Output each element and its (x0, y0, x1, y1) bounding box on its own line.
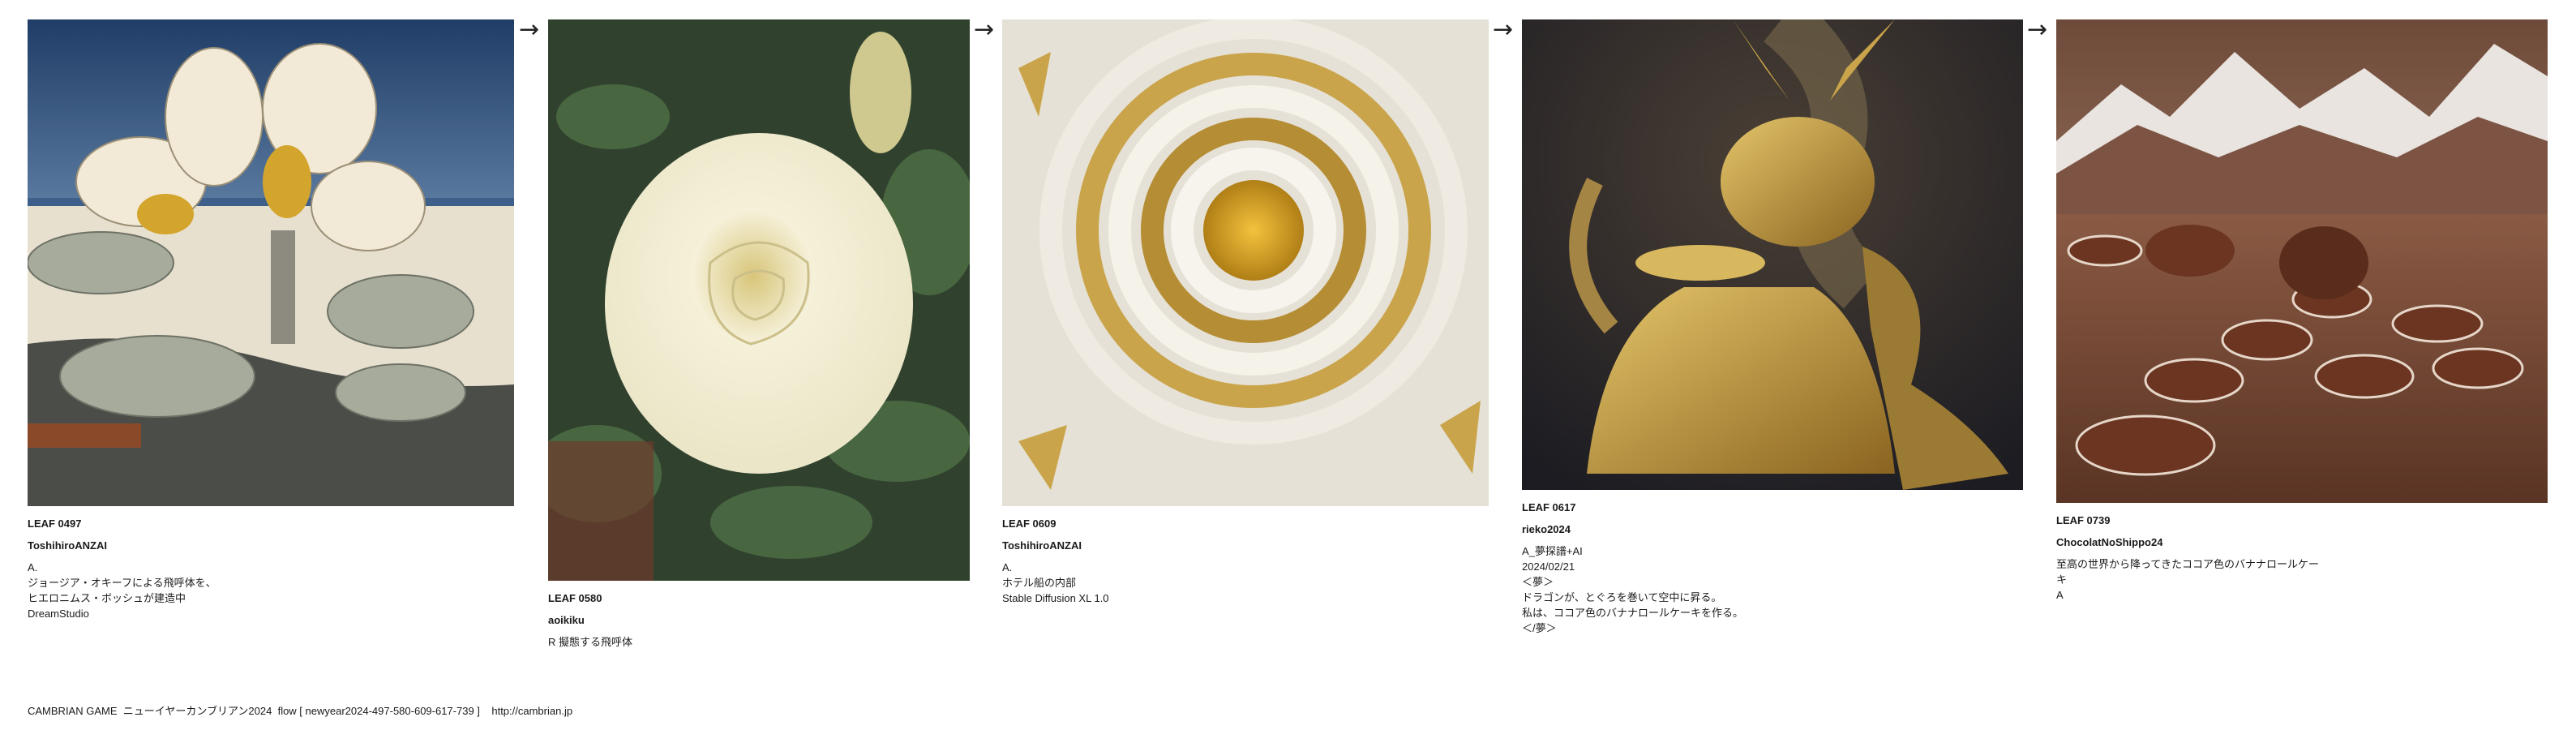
artwork-image-0739[interactable] (2056, 19, 2548, 503)
author-name[interactable]: rieko2024 (1522, 522, 2023, 537)
leaf-card-0580: LEAF 0580 aoikiku R 擬態する飛呼体 (548, 19, 970, 650)
description-line: ヒエロニムス・ボッシュが建造中 (28, 592, 186, 604)
author-name[interactable]: ToshihiroANZAI (1002, 538, 1489, 553)
artwork-image-0497[interactable] (28, 19, 514, 506)
leaf-card-0609: LEAF 0609 ToshihiroANZAI A. ホテル船の内部 Stab… (1002, 19, 1489, 606)
leaf-card-0739: LEAF 0739 ChocolatNoShippo24 至高の世界から降ってき… (2056, 19, 2548, 603)
description: A. ホテル船の内部 Stable Diffusion XL 1.0 (1002, 560, 1489, 606)
author-name[interactable]: aoikiku (548, 612, 970, 628)
description-line: ＜/夢＞ (1522, 622, 1557, 634)
description-line: Stable Diffusion XL 1.0 (1002, 592, 1109, 604)
description-line: A. (1002, 561, 1013, 573)
description-line: DreamStudio (28, 608, 89, 620)
site-footer: CAMBRIAN GAME ニューイヤーカンブリアン2024 flow [ ne… (28, 705, 573, 717)
description-line: 私は、ココア色のバナナロールケーキを作る。 (1522, 607, 1744, 619)
leaf-id: LEAF 0617 (1522, 501, 1576, 513)
description-line: キ (2056, 573, 2068, 586)
description-line: ホテル船の内部 (1002, 577, 1077, 589)
description-line: A_夢探譜+AI (1522, 545, 1583, 557)
description: 至高の世界から降ってきたココア色のバナナロールケー キ A (2056, 556, 2548, 603)
arrow-right-icon: → (2027, 15, 2048, 44)
author-name[interactable]: ChocolatNoShippo24 (2056, 535, 2548, 550)
description: A. ジョージア・オキーフによる飛呼体を、 ヒエロニムス・ボッシュが建造中 Dr… (28, 560, 514, 621)
leaf-card-0617: LEAF 0617 rieko2024 A_夢探譜+AI 2024/02/21 … (1522, 19, 2023, 636)
arrow-right-icon: → (519, 15, 540, 44)
author-name[interactable]: ToshihiroANZAI (28, 538, 514, 553)
description-line: 至高の世界から降ってきたココア色のバナナロールケー (2056, 558, 2319, 570)
leaf-id: LEAF 0739 (2056, 514, 2111, 526)
description-line: R 擬態する飛呼体 (548, 636, 633, 648)
description-line: 2024/02/21 (1522, 560, 1575, 573)
description-line: A. (28, 561, 38, 573)
artwork-image-0580[interactable] (548, 19, 970, 581)
artwork-image-0617[interactable] (1522, 19, 2023, 490)
description-line: ＜夢＞ (1522, 576, 1554, 588)
artwork-image-0609[interactable] (1002, 19, 1489, 506)
arrow-right-icon: → (974, 15, 995, 44)
leaf-id: LEAF 0609 (1002, 517, 1057, 530)
leaf-id: LEAF 0580 (548, 592, 602, 604)
leaf-id: LEAF 0497 (28, 517, 82, 530)
description: A_夢探譜+AI 2024/02/21 ＜夢＞ ドラゴンが、とぐろを巻いて空中に… (1522, 543, 2023, 636)
description: R 擬態する飛呼体 (548, 634, 970, 650)
arrow-right-icon: → (1493, 15, 1514, 44)
description-line: A (2056, 589, 2064, 601)
description-line: ドラゴンが、とぐろを巻いて空中に昇る。 (1522, 591, 1722, 603)
description-line: ジョージア・オキーフによる飛呼体を、 (28, 577, 216, 589)
leaf-card-0497: LEAF 0497 ToshihiroANZAI A. ジョージア・オキーフによ… (28, 19, 514, 621)
